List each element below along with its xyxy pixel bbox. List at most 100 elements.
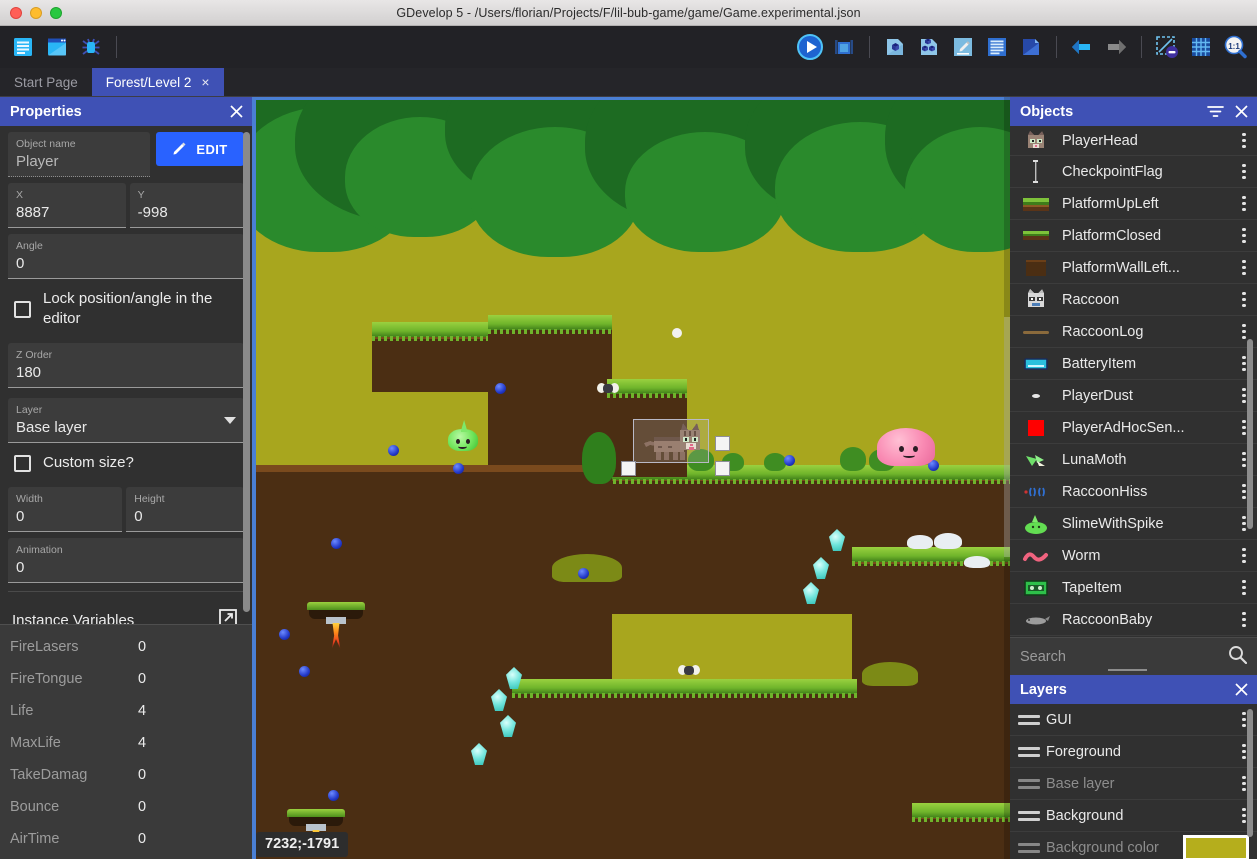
scene-editor-icon[interactable]: [41, 31, 73, 63]
redo-icon[interactable]: [1100, 31, 1132, 63]
angle-field[interactable]: Angle 0: [8, 234, 244, 279]
animation-field[interactable]: Animation 0: [8, 538, 244, 583]
list-item[interactable]: Foreground: [1010, 736, 1257, 768]
moving-platform[interactable]: [307, 602, 365, 630]
collectible-ball[interactable]: [331, 538, 342, 549]
list-item[interactable]: TakeDamag 0: [0, 759, 252, 791]
drag-handle-icon[interactable]: [1018, 811, 1040, 821]
list-item[interactable]: TapeItem: [1010, 572, 1257, 604]
list-item[interactable]: MaxLife 4: [0, 727, 252, 759]
list-item[interactable]: FireLasers 0: [0, 631, 252, 663]
lock-position-checkbox-row[interactable]: Lock position/angle in the editor: [8, 279, 244, 337]
network-preview-icon[interactable]: [828, 31, 860, 63]
edit-button[interactable]: EDIT: [156, 132, 244, 166]
drag-handle-icon[interactable]: [1018, 747, 1040, 757]
grid-setup-icon[interactable]: [1185, 31, 1217, 63]
scene-properties-icon[interactable]: [1015, 31, 1047, 63]
collectible-ball[interactable]: [453, 463, 464, 474]
tab-forest-level-2[interactable]: Forest/Level 2 ×: [92, 68, 224, 96]
grid-toggle-icon[interactable]: [1151, 31, 1183, 63]
list-item[interactable]: RaccoonLog: [1010, 316, 1257, 348]
object-name-field[interactable]: Object name Player: [8, 132, 150, 177]
list-item[interactable]: PlayerDust: [1010, 380, 1257, 412]
x-field[interactable]: X 8887: [8, 183, 126, 228]
list-item[interactable]: CheckpointFlag: [1010, 156, 1257, 188]
list-item[interactable]: PlatformUpLeft: [1010, 188, 1257, 220]
preview-play-icon[interactable]: [794, 31, 826, 63]
collectible-ball[interactable]: [578, 568, 589, 579]
edit-scene-icon[interactable]: [947, 31, 979, 63]
resize-handle[interactable]: [621, 461, 636, 476]
undo-icon[interactable]: [1066, 31, 1098, 63]
objects-scrollbar-thumb[interactable]: [1247, 339, 1253, 529]
add-object-group-icon[interactable]: [913, 31, 945, 63]
lock-position-checkbox[interactable]: [14, 301, 31, 318]
objects-list[interactable]: PlayerHead CheckpointFlag PlatformUpLeft: [1010, 126, 1257, 637]
list-item[interactable]: Life 4: [0, 695, 252, 727]
drag-handle-icon[interactable]: [1018, 779, 1040, 789]
y-field[interactable]: Y -998: [130, 183, 244, 228]
filter-icon[interactable]: [1207, 104, 1224, 119]
scene-editor-canvas[interactable]: 7232;-1791: [252, 97, 1010, 859]
properties-scrollbar[interactable]: [243, 130, 250, 620]
list-item[interactable]: BatteryItem: [1010, 348, 1257, 380]
list-item[interactable]: RaccoonHiss: [1010, 476, 1257, 508]
collectible-ball[interactable]: [495, 383, 506, 394]
list-item[interactable]: FireTongue 0: [0, 663, 252, 695]
background-color-swatch[interactable]: [1183, 835, 1249, 859]
search-input[interactable]: [1020, 649, 1222, 665]
layers-scrollbar[interactable]: [1249, 707, 1255, 859]
player-instance[interactable]: [640, 421, 706, 468]
collectible-ball[interactable]: [328, 790, 339, 801]
open-events-icon[interactable]: [981, 31, 1013, 63]
debugger-icon[interactable]: [75, 31, 107, 63]
big-slime-instance[interactable]: [877, 428, 935, 466]
custom-size-checkbox-row[interactable]: Custom size?: [8, 443, 244, 481]
instance-variables-row[interactable]: Instance Variables: [8, 592, 244, 624]
resize-handle[interactable]: [715, 461, 730, 476]
collectible-ball[interactable]: [388, 445, 399, 456]
platform-terrain[interactable]: [512, 687, 857, 859]
zorder-field[interactable]: Z Order 180: [8, 343, 244, 388]
layers-list[interactable]: GUI Foreground Base layer Background: [1010, 704, 1257, 859]
width-field[interactable]: Width 0: [8, 487, 122, 532]
luna-moth-instance[interactable]: [678, 665, 700, 677]
list-item[interactable]: Bounce 0: [0, 791, 252, 823]
objects-scrollbar[interactable]: [1249, 129, 1255, 634]
list-item[interactable]: PlayerAdHocSen...: [1010, 412, 1257, 444]
layers-scrollbar-thumb[interactable]: [1247, 709, 1253, 837]
zoom-reset-icon[interactable]: 1:1: [1219, 31, 1251, 63]
list-item[interactable]: PlayerHead: [1010, 126, 1257, 156]
scene-content[interactable]: 7232;-1791: [252, 97, 1010, 859]
collectible-ball[interactable]: [279, 629, 290, 640]
list-item[interactable]: Raccoon: [1010, 284, 1257, 316]
layer-select[interactable]: Layer Base layer: [8, 398, 244, 443]
resize-handle[interactable]: [715, 436, 730, 451]
close-icon[interactable]: [1234, 104, 1249, 119]
tab-start-page[interactable]: Start Page: [0, 68, 92, 96]
drag-handle-icon[interactable]: [1018, 715, 1040, 725]
objects-search-bar[interactable]: [1010, 637, 1257, 675]
list-item[interactable]: SlimeWithSpike: [1010, 508, 1257, 540]
list-item[interactable]: GUI: [1010, 704, 1257, 736]
open-external-icon[interactable]: [218, 608, 238, 624]
chevron-down-icon[interactable]: [224, 417, 236, 424]
project-manager-icon[interactable]: [7, 31, 39, 63]
list-item[interactable]: Base layer: [1010, 768, 1257, 800]
list-item[interactable]: Background color: [1010, 832, 1257, 859]
tab-close-icon[interactable]: ×: [201, 75, 209, 89]
close-icon[interactable]: [1234, 682, 1249, 697]
list-item[interactable]: PlatformWallLeft...: [1010, 252, 1257, 284]
properties-scroll-area[interactable]: Object name Player EDIT X 8887: [0, 126, 252, 624]
list-item[interactable]: LunaMoth: [1010, 444, 1257, 476]
luna-moth-instance[interactable]: [597, 383, 619, 395]
list-item[interactable]: Background: [1010, 800, 1257, 832]
custom-size-checkbox[interactable]: [14, 455, 31, 472]
player-dust-instance[interactable]: [672, 328, 682, 338]
slime-with-spike-instance[interactable]: [448, 429, 478, 451]
list-item[interactable]: PlatformClosed: [1010, 220, 1257, 252]
list-item[interactable]: AirTime 0: [0, 823, 252, 855]
collectible-ball[interactable]: [784, 455, 795, 466]
close-icon[interactable]: [229, 104, 244, 119]
search-icon[interactable]: [1228, 645, 1247, 669]
